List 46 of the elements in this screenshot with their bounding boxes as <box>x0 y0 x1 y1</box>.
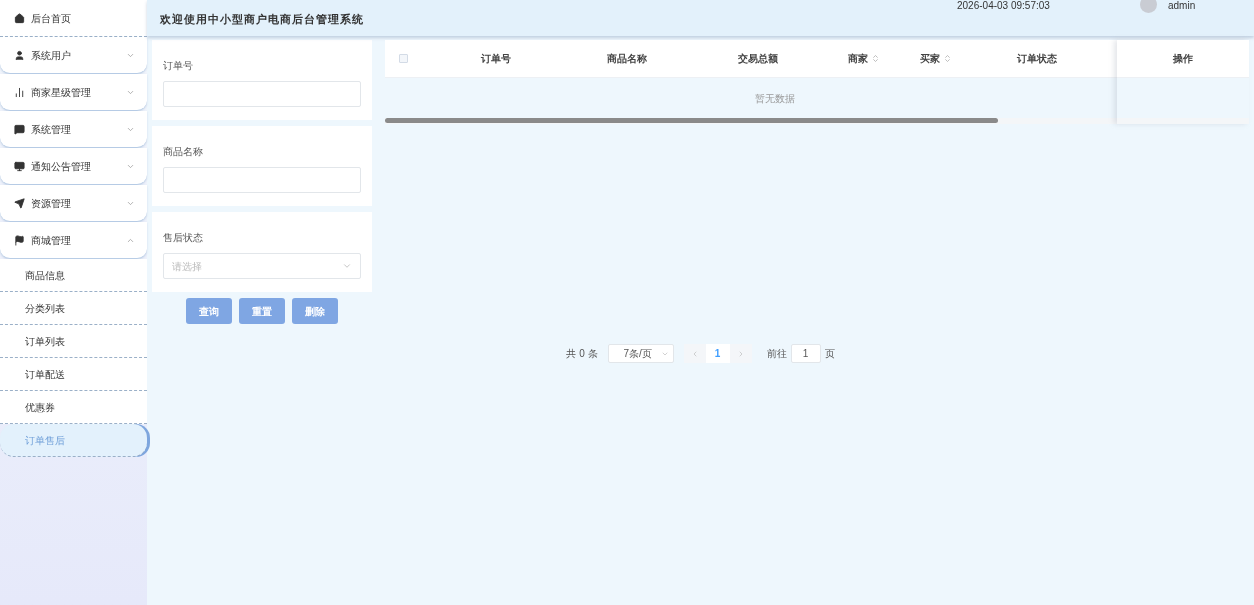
page-suffix: 页 <box>824 347 835 361</box>
username: admin <box>1168 0 1196 12</box>
sort-icon[interactable] <box>943 54 952 63</box>
prev-page-button[interactable] <box>683 344 706 363</box>
sidebar-item[interactable]: 系统用户 <box>0 37 147 74</box>
chat-icon <box>14 123 25 135</box>
monitor-icon <box>14 160 25 172</box>
paper-plane-icon <box>14 197 25 209</box>
field-label: 订单号 <box>163 59 194 73</box>
column-header: 订单号 <box>481 52 511 66</box>
column-header: 操作 <box>1173 52 1193 66</box>
datetime-text: 2026-04-03 09:57:03 <box>957 0 1050 12</box>
column-header: 买家 <box>920 52 940 66</box>
bar-chart-icon <box>14 86 25 98</box>
field-label: 售后状态 <box>163 231 204 245</box>
sidebar-item[interactable]: 通知公告管理 <box>0 148 147 185</box>
submenu-item[interactable]: 订单配送 <box>0 358 147 391</box>
column-header: 商家 <box>848 52 868 66</box>
input-field[interactable] <box>163 81 361 107</box>
sort-icon[interactable] <box>871 54 880 63</box>
avatar <box>1140 0 1157 13</box>
submenu-item[interactable]: 商品信息 <box>0 259 147 292</box>
submenu-item[interactable]: 优惠券 <box>0 391 147 424</box>
total-count: 共 0 条 <box>566 347 598 361</box>
column-header: 商品名称 <box>607 52 647 66</box>
sidebar-item[interactable]: 资源管理 <box>0 185 147 222</box>
chevron-down-icon <box>342 261 352 271</box>
home-icon <box>14 12 25 24</box>
page-input[interactable]: 1 <box>790 344 821 363</box>
sidebar-item[interactable]: 系统管理 <box>0 111 147 148</box>
submenu-item[interactable]: 分类列表 <box>0 292 147 325</box>
page-size-select[interactable]: 7条/页 <box>607 344 674 363</box>
flag-icon <box>14 234 25 246</box>
column-header: 交易总额 <box>738 52 778 66</box>
column-header: 订单状态 <box>1017 52 1057 66</box>
page-title: 欢迎使用中小型商户电商后台管理系统 <box>160 11 364 27</box>
user-icon <box>14 49 25 61</box>
input-field[interactable] <box>163 167 361 193</box>
field-label: 商品名称 <box>163 145 204 159</box>
checkbox[interactable] <box>398 54 408 63</box>
empty-text: 暂无数据 <box>755 91 795 106</box>
sidebar-item[interactable]: 商城管理 <box>0 222 147 259</box>
submenu-item[interactable]: 订单列表 <box>0 325 147 358</box>
sidebar-item[interactable]: 商家星级管理 <box>0 74 147 111</box>
next-page-button[interactable] <box>729 344 752 363</box>
goto-label: 前往 <box>766 347 787 361</box>
